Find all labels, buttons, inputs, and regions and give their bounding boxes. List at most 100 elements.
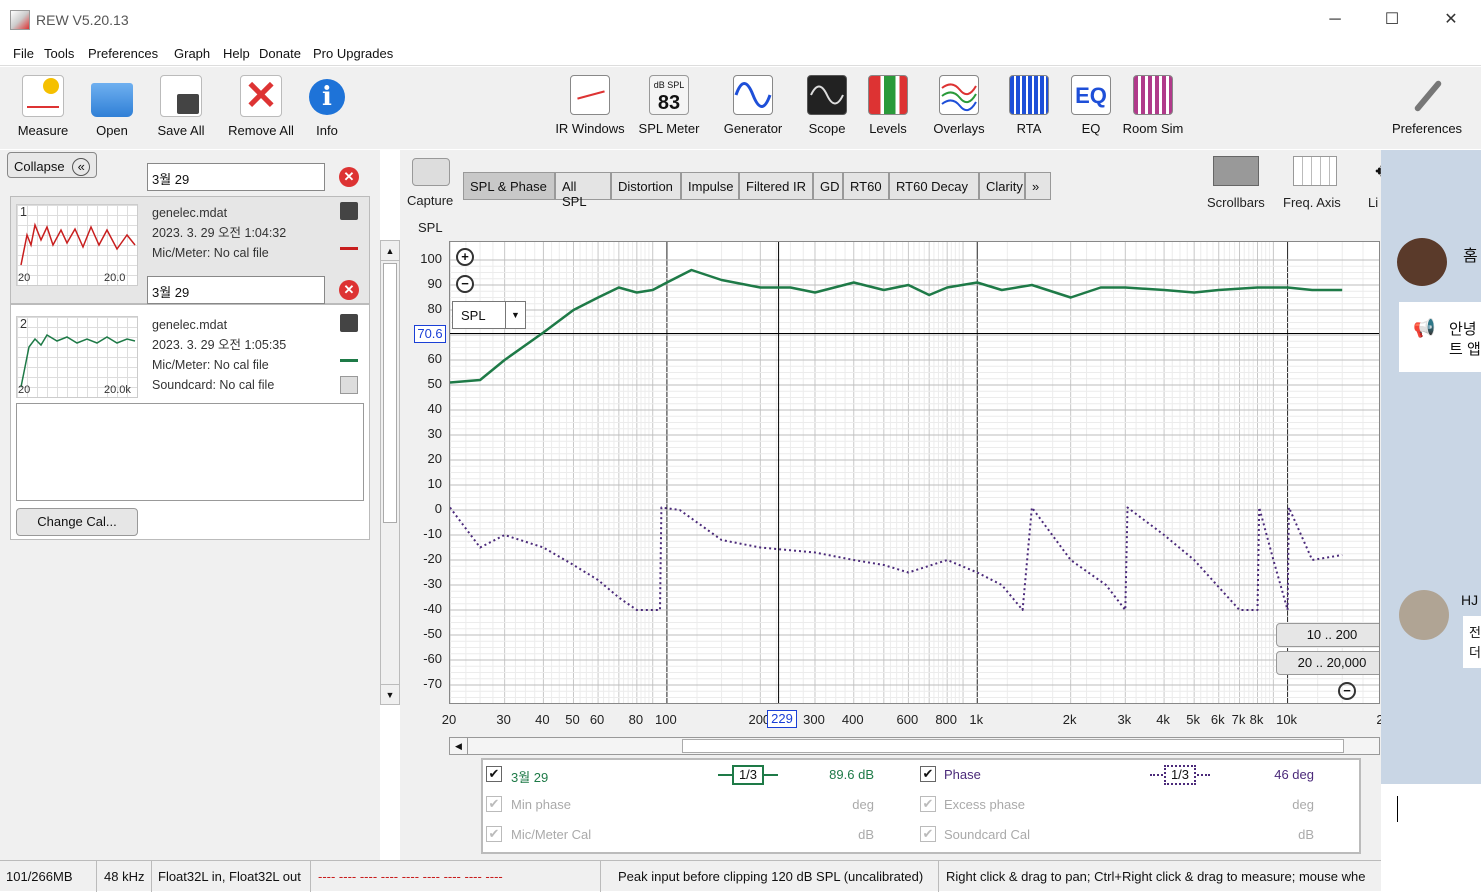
- menu-graph[interactable]: Graph: [174, 46, 210, 61]
- tab-3[interactable]: Impulse: [681, 172, 739, 200]
- save-all-button[interactable]: Save All: [150, 75, 212, 138]
- zoom-in-icon[interactable]: +: [456, 248, 474, 266]
- room-sim-button[interactable]: Room Sim: [1120, 75, 1186, 136]
- open-label: Open: [96, 123, 128, 138]
- chat-bubble-1[interactable]: 📢 안녕 트 앱: [1399, 302, 1481, 372]
- phase-smoothing-icon[interactable]: 1/3: [1150, 765, 1210, 785]
- scrollbars-icon[interactable]: [1213, 156, 1259, 186]
- menu-file[interactable]: File: [13, 46, 34, 61]
- zoom-out-icon[interactable]: −: [456, 275, 474, 293]
- sample-rate-status: 48 kHz: [104, 869, 145, 884]
- avatar[interactable]: [1397, 238, 1447, 286]
- eq-button[interactable]: EQ EQ: [1068, 75, 1114, 136]
- open-button[interactable]: Open: [88, 75, 136, 138]
- save-all-icon: [160, 75, 202, 117]
- camera-icon[interactable]: [412, 158, 450, 186]
- measurement-2-color-icon[interactable]: [340, 344, 358, 362]
- remove-all-button[interactable]: ✕ Remove All: [224, 75, 298, 138]
- measurement-list-scrollbar[interactable]: ▲ ▼: [380, 240, 400, 705]
- spl-phase-plot[interactable]: + − SPL ▼ 10 .. 200 20 .. 20,000 −: [449, 241, 1380, 704]
- menu-bar: File Tools Preferences Graph Help Donate…: [0, 40, 1481, 66]
- spl-smoothing-icon[interactable]: 1/3: [718, 765, 778, 785]
- minimize-button[interactable]: ─: [1320, 6, 1350, 34]
- change-cal-button[interactable]: Change Cal...: [16, 508, 138, 536]
- menu-help[interactable]: Help: [223, 46, 250, 61]
- freq-axis-label[interactable]: Freq. Axis: [1283, 195, 1341, 210]
- rta-button[interactable]: RTA: [1006, 75, 1052, 136]
- measurement-1-settings-icon[interactable]: [340, 202, 358, 220]
- tab-7[interactable]: RT60 Decay: [889, 172, 979, 200]
- x-zoom-out-icon[interactable]: −: [1338, 682, 1356, 700]
- spl-meter-label: SPL Meter: [638, 121, 700, 136]
- legend-check-right-2[interactable]: ✔: [920, 826, 936, 842]
- menu-tools[interactable]: Tools: [44, 46, 74, 61]
- scope-button[interactable]: Scope: [802, 75, 852, 136]
- tab-6[interactable]: RT60: [843, 172, 889, 200]
- phase-smoothing-label: 1/3: [1164, 765, 1196, 785]
- x-tick-label: 1k: [969, 712, 984, 727]
- measure-button[interactable]: Measure: [12, 75, 74, 138]
- range-10-200-button[interactable]: 10 .. 200: [1276, 623, 1379, 647]
- ir-windows-button[interactable]: IR Windows: [551, 75, 629, 136]
- maximize-button[interactable]: ☐: [1377, 6, 1407, 34]
- peak-input-status: Peak input before clipping 120 dB SPL (u…: [618, 869, 924, 884]
- graph-type-dropdown[interactable]: SPL ▼: [452, 301, 526, 329]
- tab-0[interactable]: SPL & Phase: [463, 172, 555, 200]
- freq-axis-icon[interactable]: [1293, 156, 1337, 186]
- legend-label-right-0: Phase: [944, 767, 981, 782]
- capture-label[interactable]: Capture: [407, 193, 453, 208]
- tab-2[interactable]: Distortion: [611, 172, 681, 200]
- measurement-2-settings-icon[interactable]: [340, 314, 358, 332]
- chat-name-1: 홈: [1463, 248, 1478, 265]
- y-tick-label: 80: [427, 301, 442, 316]
- tab-5[interactable]: GD: [813, 172, 843, 200]
- measurement-name-input-1[interactable]: 3월 29: [147, 163, 325, 191]
- preferences-button[interactable]: Preferences: [1386, 75, 1468, 136]
- remove-measurement-1-icon[interactable]: ✕: [339, 167, 359, 187]
- collapse-button[interactable]: Collapse «: [7, 152, 97, 178]
- legend-label-right-2: Soundcard Cal: [944, 827, 1030, 842]
- chevron-down-icon[interactable]: ▼: [505, 302, 525, 328]
- x-tick-label: 10k: [1276, 712, 1298, 727]
- tab-9[interactable]: »: [1025, 172, 1051, 200]
- format-status: Float32L in, Float32L out: [158, 869, 301, 884]
- menu-preferences[interactable]: Preferences: [88, 46, 158, 61]
- spl-meter-button[interactable]: dB SPL 83 SPL Meter: [636, 75, 702, 136]
- chat-input[interactable]: [1381, 784, 1481, 891]
- overlays-button[interactable]: Overlays: [928, 75, 990, 136]
- app-icon: [10, 10, 30, 30]
- legend-check-right-0[interactable]: ✔: [920, 766, 936, 782]
- measurement-notes-area[interactable]: [16, 403, 364, 501]
- measurement-2-notes-icon[interactable]: [340, 376, 358, 394]
- remove-measurement-2-icon[interactable]: ✕: [339, 280, 359, 300]
- measurement-name-input-2[interactable]: 3월 29: [147, 276, 325, 304]
- tab-1[interactable]: All SPL: [555, 172, 611, 209]
- plot-svg[interactable]: [450, 242, 1380, 704]
- menu-pro-upgrades[interactable]: Pro Upgrades: [313, 46, 393, 61]
- room-sim-label: Room Sim: [1122, 121, 1184, 136]
- info-button[interactable]: i Info: [306, 75, 348, 138]
- legend-label-left-2: Mic/Meter Cal: [511, 827, 592, 842]
- chat-bubble-2[interactable]: 전 더: [1463, 616, 1481, 668]
- tab-8[interactable]: Clarity: [979, 172, 1025, 200]
- legend-check-left-0[interactable]: ✔: [486, 766, 502, 782]
- measurement-index-1: 1: [20, 205, 27, 219]
- menu-donate[interactable]: Donate: [259, 46, 301, 61]
- limits-label[interactable]: Li: [1368, 195, 1378, 210]
- tab-4[interactable]: Filtered IR: [739, 172, 813, 200]
- measurement-1-color-icon[interactable]: [340, 232, 358, 250]
- levels-button[interactable]: Levels: [864, 75, 912, 136]
- scrollbars-label[interactable]: Scrollbars: [1207, 195, 1265, 210]
- close-window-button[interactable]: ✕: [1436, 6, 1466, 34]
- x-tick-label: 60: [589, 712, 605, 727]
- y-axis-title: SPL: [418, 220, 443, 235]
- horizontal-scrollbar[interactable]: ◀: [449, 737, 1380, 755]
- title-bar: REW V5.20.13 ─ ☐ ✕: [0, 0, 1481, 40]
- range-20-20000-button[interactable]: 20 .. 20,000: [1276, 651, 1379, 675]
- avatar-hj[interactable]: [1399, 590, 1449, 640]
- legend-check-right-1[interactable]: ✔: [920, 796, 936, 812]
- legend-check-left-1[interactable]: ✔: [486, 796, 502, 812]
- legend-value-right-0: 46 deg: [1274, 767, 1314, 782]
- legend-check-left-2[interactable]: ✔: [486, 826, 502, 842]
- generator-button[interactable]: Generator: [718, 75, 788, 136]
